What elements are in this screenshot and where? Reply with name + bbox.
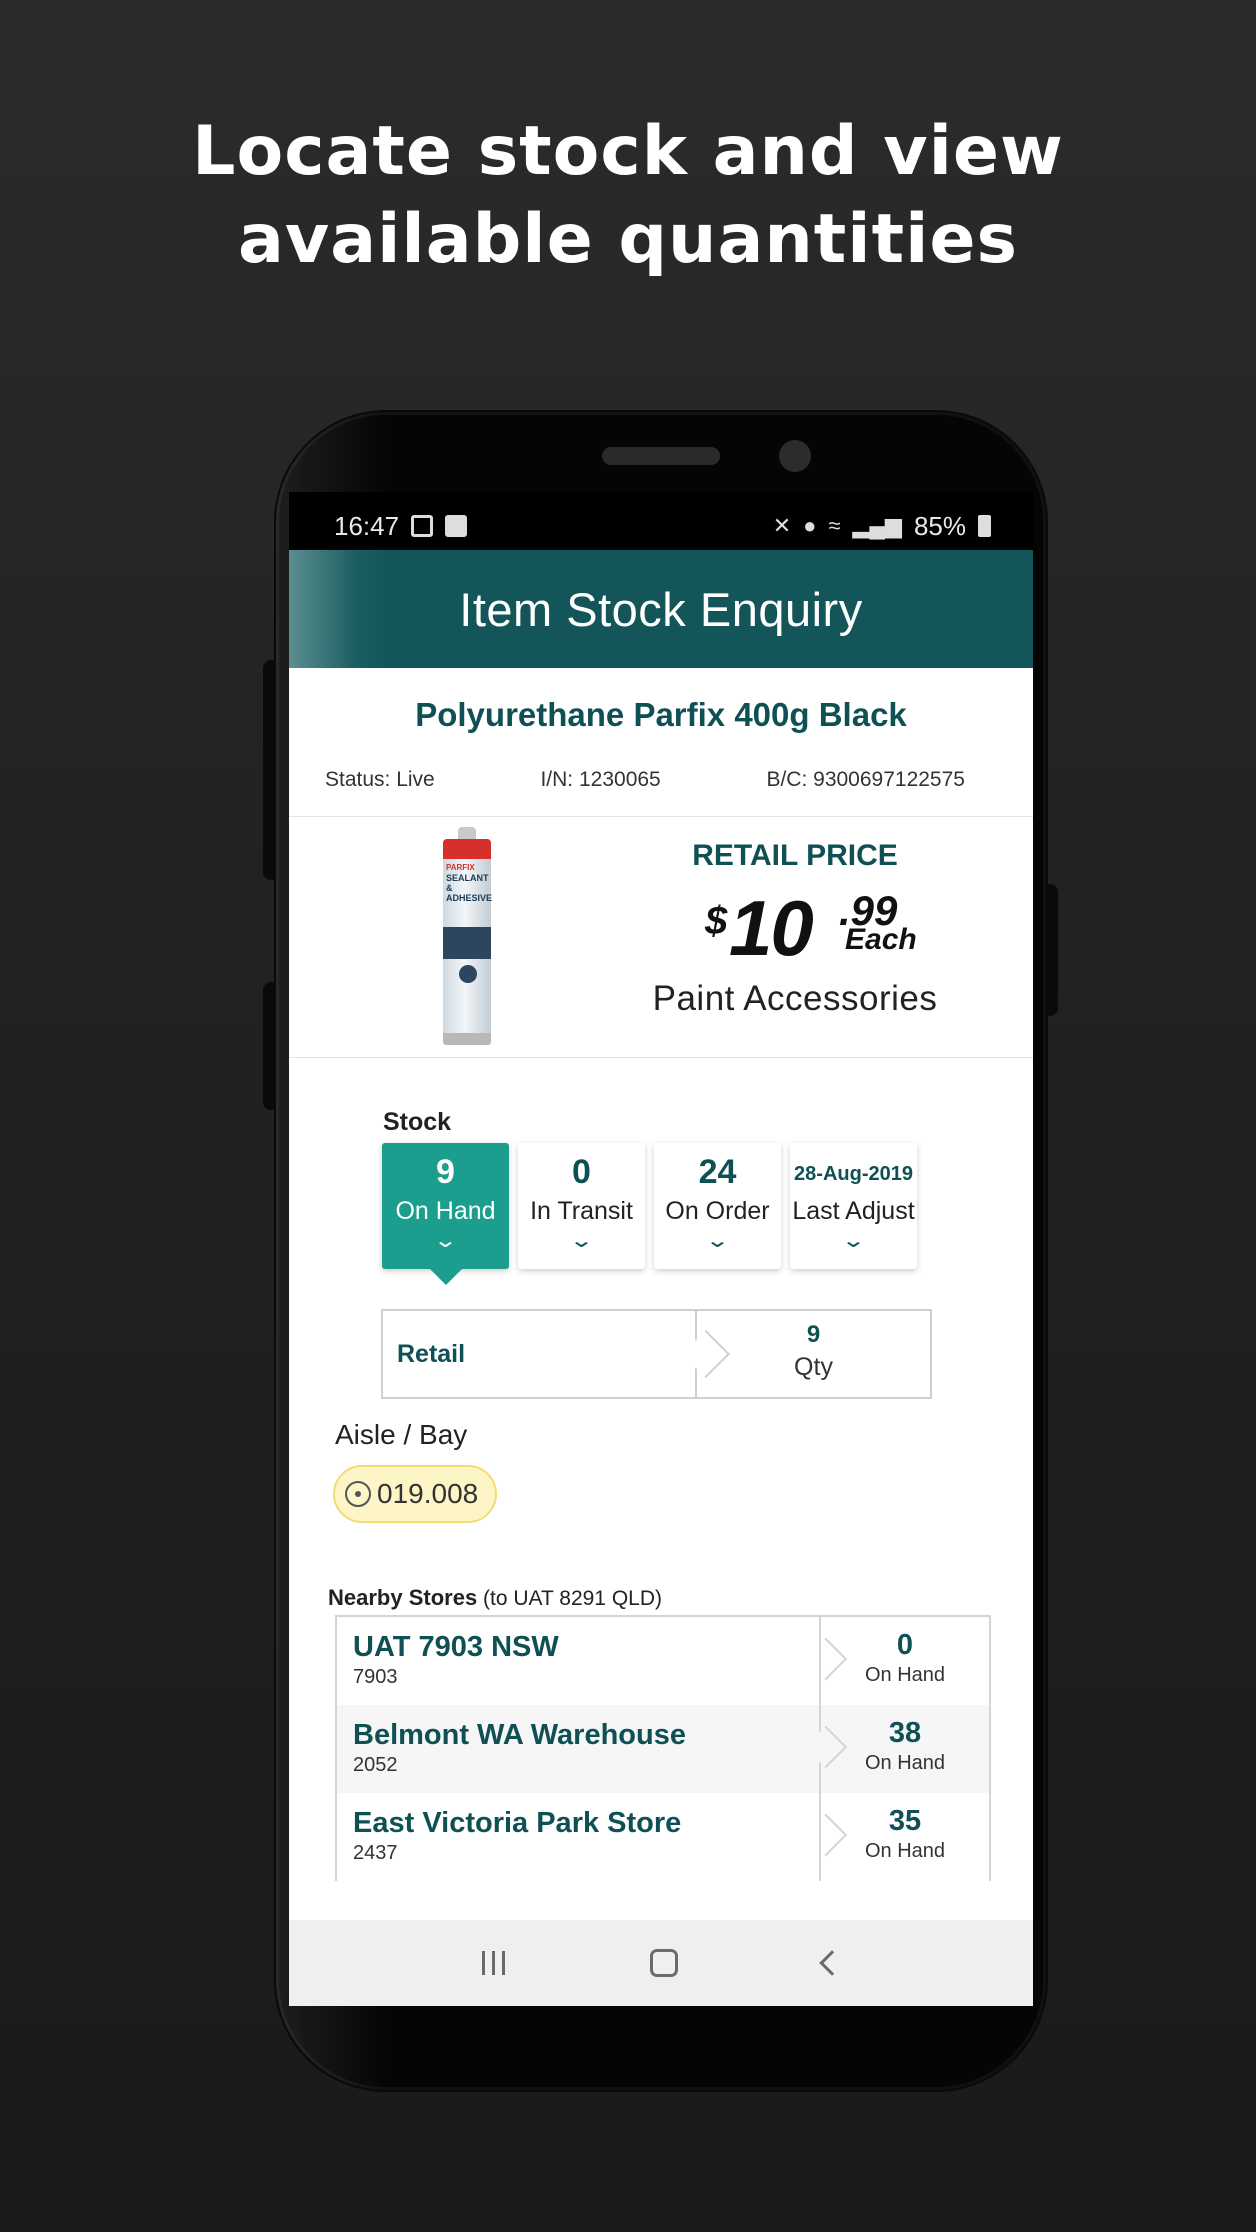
tile-last-adjust[interactable]: 28-Aug-2019 Last Adjust ⌄ (790, 1143, 917, 1269)
retail-price-label: RETAIL PRICE (692, 839, 898, 872)
phone-camera (779, 440, 811, 472)
battery-percent: 85% (913, 510, 966, 541)
check-icon (445, 515, 468, 537)
product-barcode: B/C: 9300697122575 (766, 768, 965, 791)
product-status: Status: Live (325, 768, 435, 791)
product-image[interactable]: PARFIX SEALANT & ADHESIVE (339, 817, 595, 1057)
store-row[interactable]: Belmont WA Warehouse 2052 38 On Hand (337, 1705, 989, 1793)
nearby-stores-title: Nearby Stores (to UAT 8291 QLD) (328, 1585, 1033, 1611)
price-whole: 10 (729, 884, 814, 972)
chevron-down-icon: ⌄ (840, 1230, 867, 1252)
page-title: Item Stock Enquiry (459, 582, 863, 636)
product-name: Polyurethane Parfix 400g Black (415, 696, 907, 733)
store-name: Belmont WA Warehouse (353, 1719, 686, 1751)
phone-screen: 16:47 ✕ ● ≈ ▂▄▆ 85% Item Stock Enquiry P… (289, 492, 1033, 2006)
store-row[interactable]: East Victoria Park Store 2437 35 On Hand (337, 1793, 989, 1881)
android-nav-bar (289, 1920, 1033, 2006)
status-time: 16:47 (334, 510, 400, 541)
recents-icon[interactable] (481, 1951, 505, 1975)
nearby-stores-heading: Nearby Stores (328, 1585, 478, 1610)
tile-value: 28-Aug-2019 (794, 1163, 913, 1185)
retail-qty: 9 Qty (697, 1311, 930, 1397)
store-qty-label: On Hand (864, 1664, 946, 1686)
headline-line-1: Locate stock and view (192, 112, 1064, 191)
tile-value: 0 (572, 1153, 591, 1191)
marketing-headline: Locate stock and view available quantiti… (0, 108, 1256, 284)
tile-label: Last Adjust (792, 1197, 915, 1225)
sealant-tube-image: PARFIX SEALANT & ADHESIVE (443, 827, 493, 1047)
tile-value: 9 (436, 1153, 455, 1191)
product-item-number: I/N: 1230065 (540, 768, 661, 791)
aisle-bay-value: 019.008 (377, 1478, 479, 1509)
nearby-stores-subtitle: (to UAT 8291 QLD) (483, 1587, 662, 1610)
tile-label: On Order (665, 1197, 770, 1225)
store-name: East Victoria Park Store (353, 1807, 682, 1839)
mute-icon: ✕ (772, 513, 792, 538)
store-name: UAT 7903 NSW (353, 1631, 559, 1663)
tile-label: On Hand (395, 1197, 496, 1225)
product-hero: PARFIX SEALANT & ADHESIVE RETAIL PRICE $… (289, 816, 1033, 1058)
store-code: 2437 (353, 1842, 398, 1864)
stock-tiles: 9 On Hand ⌄ 0 In Transit ⌄ 24 On Order ⌄… (382, 1143, 1033, 1285)
headline-line-2: available quantities (238, 200, 1018, 279)
tile-label: In Transit (530, 1197, 633, 1225)
retail-label: Retail (383, 1311, 697, 1397)
store-qty-label: On Hand (864, 1752, 946, 1774)
image-icon (411, 515, 434, 537)
back-icon[interactable] (818, 1950, 845, 1976)
store-row[interactable]: UAT 7903 NSW 7903 0 On Hand (337, 1617, 989, 1705)
store-qty-label: On Hand (864, 1840, 946, 1862)
product-meta: Status: Live I/N: 1230065 B/C: 930069712… (289, 768, 1033, 792)
aisle-bay-pill[interactable]: 019.008 (333, 1465, 497, 1523)
location-icon: ● (803, 513, 817, 538)
target-icon (345, 1481, 371, 1507)
nearby-store-list: UAT 7903 NSW 7903 0 On Hand Belmont WA W… (335, 1615, 991, 1881)
retail-qty-row[interactable]: Retail 9 Qty (381, 1309, 932, 1399)
wifi-icon: ≈ (828, 513, 841, 538)
battery-icon (978, 515, 991, 537)
price-unit: Each (845, 923, 917, 956)
price-panel: RETAIL PRICE $ 10 .99 Each Paint Accesso… (595, 817, 995, 1019)
phone-speaker (602, 447, 720, 465)
product-category: Paint Accessories (652, 979, 938, 1018)
retail-qty-label: Qty (794, 1353, 833, 1381)
tile-value: 24 (698, 1153, 737, 1191)
stock-section-title: Stock (383, 1108, 452, 1136)
store-code: 2052 (353, 1754, 398, 1776)
retail-qty-value: 9 (806, 1321, 821, 1348)
tube-label: PARFIX SEALANT & ADHESIVE (446, 863, 493, 903)
retail-price: $ 10 .99 Each (595, 884, 995, 972)
app-bar: Item Stock Enquiry (289, 550, 1033, 668)
price-currency: $ (705, 899, 728, 943)
home-icon[interactable] (649, 1949, 678, 1977)
aisle-bay-label: Aisle / Bay (335, 1419, 468, 1450)
store-code: 7903 (353, 1666, 398, 1688)
status-bar: 16:47 ✕ ● ≈ ▂▄▆ 85% (289, 492, 1033, 550)
signal-icon: ▂▄▆ (852, 513, 902, 538)
